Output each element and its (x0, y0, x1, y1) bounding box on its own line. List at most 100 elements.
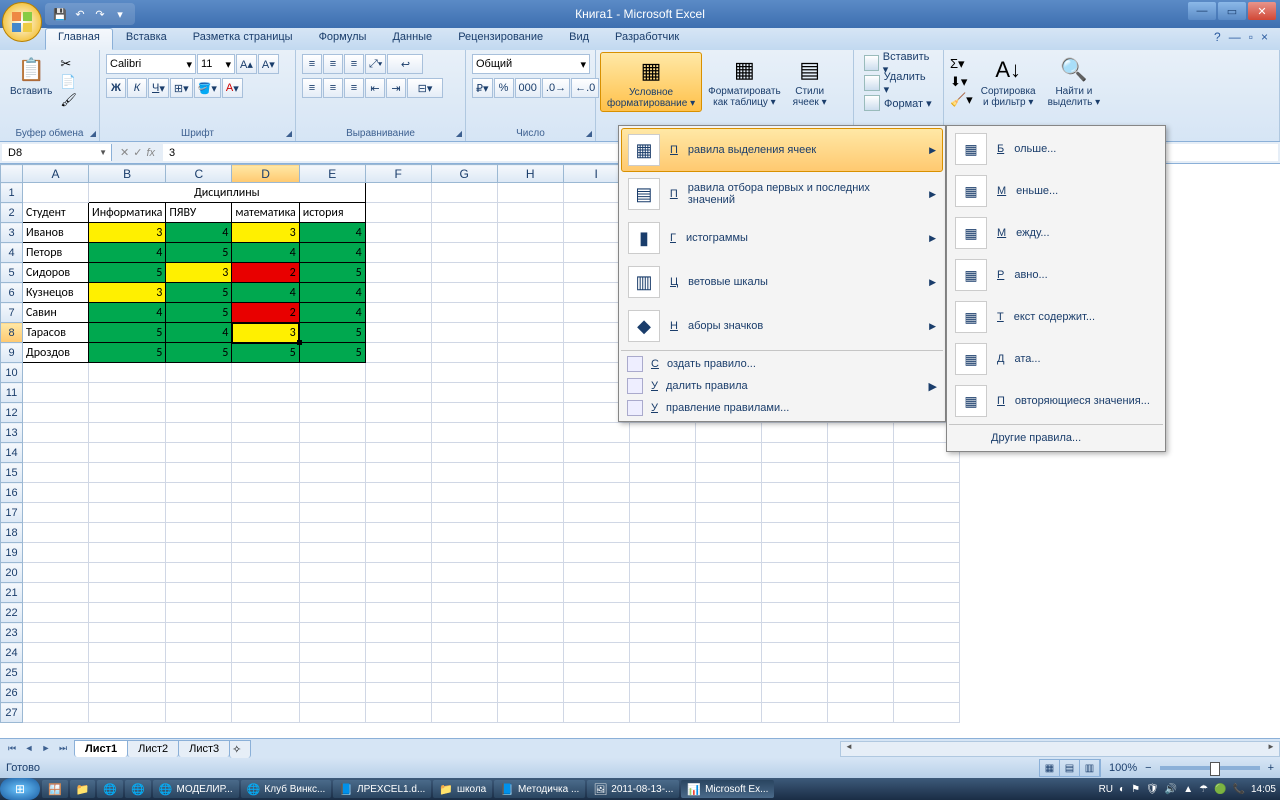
cell-B17[interactable] (89, 503, 166, 523)
cell-D6[interactable]: 4 (232, 283, 299, 303)
sort-filter-button[interactable]: A↓ Сортировка и фильтр ▾ (975, 52, 1042, 110)
copy-icon[interactable]: 📄 (60, 74, 77, 90)
row-header-10[interactable]: 10 (1, 363, 23, 383)
align-center-button[interactable]: ≡ (323, 78, 343, 98)
row-header-2[interactable]: 2 (1, 203, 23, 223)
cell-A24[interactable] (23, 643, 89, 663)
cell-P13[interactable] (695, 423, 761, 443)
font-dialog-launcher[interactable]: ◢ (286, 129, 292, 138)
cell-F12[interactable] (365, 403, 431, 423)
cell-F24[interactable] (365, 643, 431, 663)
row-header-23[interactable]: 23 (1, 623, 23, 643)
cell-G27[interactable] (431, 703, 497, 723)
cell-I24[interactable] (563, 643, 629, 663)
cell-I16[interactable] (563, 483, 629, 503)
new-sheet-button[interactable]: ✧ (229, 740, 251, 758)
qat-undo[interactable]: ↶ (71, 5, 89, 23)
cell-D9[interactable]: 5 (232, 343, 299, 363)
cf-menu-item-3[interactable]: ▥Цветовые шкалы▶ (621, 260, 943, 304)
row-header-26[interactable]: 26 (1, 683, 23, 703)
cell-D8[interactable]: 3 (232, 323, 299, 343)
doc-restore[interactable]: ▫ (1249, 30, 1253, 44)
cell-E18[interactable] (299, 523, 365, 543)
cell-C9[interactable]: 5 (166, 343, 232, 363)
cell-G5[interactable] (431, 263, 497, 283)
cell-I26[interactable] (563, 683, 629, 703)
col-header-B[interactable]: B (89, 165, 166, 183)
minimize-button[interactable]: — (1188, 2, 1216, 20)
bold-button[interactable]: Ж (106, 78, 126, 98)
cell-P25[interactable] (695, 663, 761, 683)
cell-D13[interactable] (232, 423, 299, 443)
cell-H14[interactable] (497, 443, 563, 463)
cell-F2[interactable] (365, 203, 431, 223)
cell-E2[interactable]: история (299, 203, 365, 223)
tab-view[interactable]: Вид (556, 28, 602, 50)
row-header-6[interactable]: 6 (1, 283, 23, 303)
cell-F10[interactable] (365, 363, 431, 383)
cut-icon[interactable]: ✂ (60, 56, 77, 72)
cell-G6[interactable] (431, 283, 497, 303)
cell-S27[interactable] (893, 703, 959, 723)
cell-P21[interactable] (695, 583, 761, 603)
taskbar-item-2[interactable]: 🌐 (97, 780, 123, 798)
cell-Q20[interactable] (761, 563, 827, 583)
cell-Q23[interactable] (761, 623, 827, 643)
cell-H27[interactable] (497, 703, 563, 723)
cell-A3[interactable]: Иванов (23, 223, 89, 243)
cell-P23[interactable] (695, 623, 761, 643)
cell-A10[interactable] (23, 363, 89, 383)
row-header-24[interactable]: 24 (1, 643, 23, 663)
taskbar-item-5[interactable]: 🌐Клуб Винкс... (241, 780, 332, 798)
cell-A18[interactable] (23, 523, 89, 543)
cell-G24[interactable] (431, 643, 497, 663)
cell-D2[interactable]: математика (232, 203, 299, 223)
format-as-table-button[interactable]: ▦ Форматировать как таблицу ▾ (702, 52, 787, 110)
cell-G18[interactable] (431, 523, 497, 543)
cell-E27[interactable] (299, 703, 365, 723)
cell-E13[interactable] (299, 423, 365, 443)
fx-icon[interactable]: fx (146, 147, 155, 159)
cell-O16[interactable] (629, 483, 695, 503)
cell-C23[interactable] (166, 623, 232, 643)
cell-C25[interactable] (166, 663, 232, 683)
cell-G22[interactable] (431, 603, 497, 623)
row-header-19[interactable]: 19 (1, 543, 23, 563)
cell-E14[interactable] (299, 443, 365, 463)
cell-G7[interactable] (431, 303, 497, 323)
cell-B8[interactable]: 5 (89, 323, 166, 343)
fill-color-button[interactable]: 🪣▾ (194, 78, 221, 98)
number-format-combo[interactable]: Общий▾ (472, 54, 590, 74)
cell-I23[interactable] (563, 623, 629, 643)
cell-G8[interactable] (431, 323, 497, 343)
cell-C21[interactable] (166, 583, 232, 603)
cell-F21[interactable] (365, 583, 431, 603)
cf-menu-item-4[interactable]: ◆Наборы значков▶ (621, 304, 943, 348)
cell-C6[interactable]: 5 (166, 283, 232, 303)
cell-H11[interactable] (497, 383, 563, 403)
cell-C18[interactable] (166, 523, 232, 543)
sub-menu-item-3[interactable]: ▦Равно... (949, 254, 1163, 296)
tab-developer[interactable]: Разработчик (602, 28, 692, 50)
cell-F6[interactable] (365, 283, 431, 303)
cell-F14[interactable] (365, 443, 431, 463)
currency-button[interactable]: ₽▾ (472, 78, 493, 98)
cell-F17[interactable] (365, 503, 431, 523)
ribbon-minimize[interactable]: — (1229, 30, 1241, 44)
cell-F11[interactable] (365, 383, 431, 403)
cell-G19[interactable] (431, 543, 497, 563)
row-header-17[interactable]: 17 (1, 503, 23, 523)
cell-P27[interactable] (695, 703, 761, 723)
tray-icon[interactable]: ⚑ (1131, 784, 1140, 795)
col-header-A[interactable]: A (23, 165, 89, 183)
cell-C7[interactable]: 5 (166, 303, 232, 323)
align-right-button[interactable]: ≡ (344, 78, 364, 98)
cell-C12[interactable] (166, 403, 232, 423)
row-header-25[interactable]: 25 (1, 663, 23, 683)
cell-B5[interactable]: 5 (89, 263, 166, 283)
cell-D3[interactable]: 3 (232, 223, 299, 243)
cell-C16[interactable] (166, 483, 232, 503)
cell-I27[interactable] (563, 703, 629, 723)
cell-I15[interactable] (563, 463, 629, 483)
cell-G25[interactable] (431, 663, 497, 683)
